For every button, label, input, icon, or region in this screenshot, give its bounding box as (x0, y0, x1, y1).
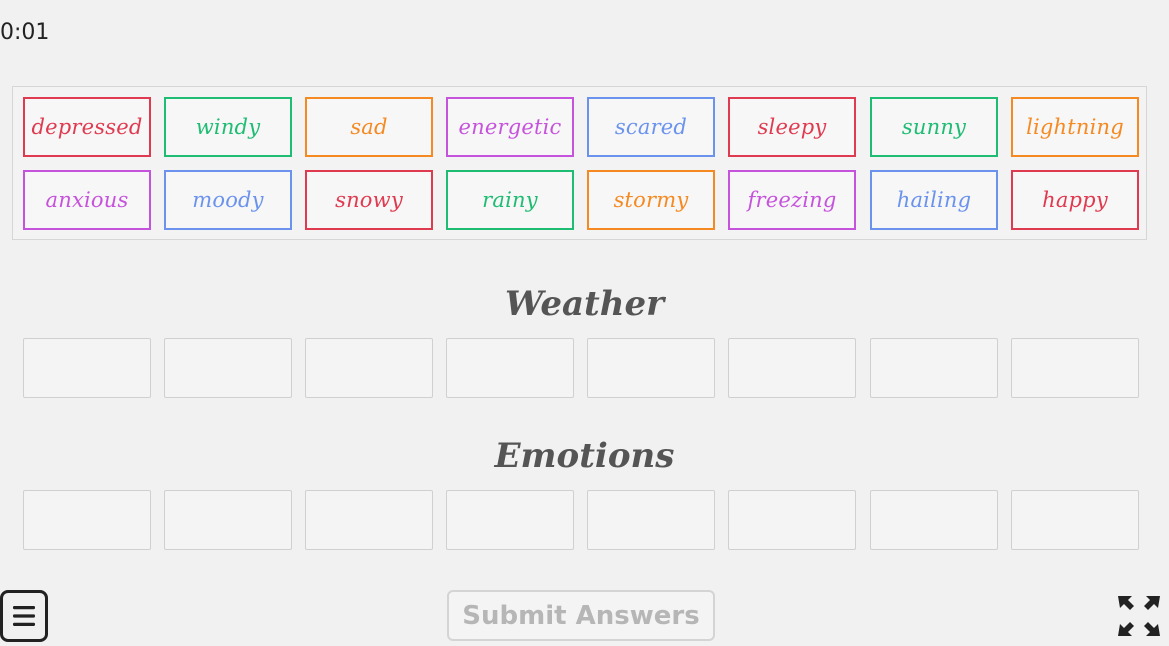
weather-drop-slot-3[interactable] (305, 338, 433, 398)
word-card-energetic[interactable]: energetic (446, 97, 574, 157)
weather-drop-slot-2[interactable] (164, 338, 292, 398)
word-card-stormy[interactable]: stormy (587, 170, 715, 230)
menu-icon (13, 606, 35, 626)
weather-drop-slot-4[interactable] (446, 338, 574, 398)
weather-drop-slot-6[interactable] (728, 338, 856, 398)
word-card-rainy[interactable]: rainy (446, 170, 574, 230)
emotions-drop-slot-1[interactable] (23, 490, 151, 550)
word-card-happy[interactable]: happy (1011, 170, 1139, 230)
emotions-drop-slot-7[interactable] (870, 490, 998, 550)
word-card-anxious[interactable]: anxious (23, 170, 151, 230)
weather-drop-slot-5[interactable] (587, 338, 715, 398)
category-title-emotions: Emotions (494, 436, 675, 476)
word-card-sleepy[interactable]: sleepy (728, 97, 856, 157)
emotions-drop-slot-6[interactable] (728, 490, 856, 550)
fullscreen-icon (1118, 596, 1160, 636)
word-card-hailing[interactable]: hailing (870, 170, 998, 230)
word-card-depressed[interactable]: depressed (23, 97, 151, 157)
weather-drop-slot-8[interactable] (1011, 338, 1139, 398)
weather-drop-slot-7[interactable] (870, 338, 998, 398)
emotions-drop-slot-3[interactable] (305, 490, 433, 550)
fullscreen-button[interactable] (1112, 590, 1166, 642)
timer: 0:01 (0, 20, 50, 45)
category-title-weather: Weather (504, 284, 665, 324)
word-card-snowy[interactable]: snowy (305, 170, 433, 230)
emotions-drop-slot-8[interactable] (1011, 490, 1139, 550)
word-card-lightning[interactable]: lightning (1011, 97, 1139, 157)
submit-answers-button[interactable]: Submit Answers (447, 590, 715, 641)
word-card-sunny[interactable]: sunny (870, 97, 998, 157)
word-card-freezing[interactable]: freezing (728, 170, 856, 230)
emotions-drop-slot-5[interactable] (587, 490, 715, 550)
word-card-windy[interactable]: windy (164, 97, 292, 157)
word-card-moody[interactable]: moody (164, 170, 292, 230)
menu-button[interactable] (0, 590, 48, 642)
word-card-scared[interactable]: scared (587, 97, 715, 157)
word-card-sad[interactable]: sad (305, 97, 433, 157)
emotions-drop-slot-2[interactable] (164, 490, 292, 550)
weather-drop-slot-1[interactable] (23, 338, 151, 398)
emotions-drop-slot-4[interactable] (446, 490, 574, 550)
